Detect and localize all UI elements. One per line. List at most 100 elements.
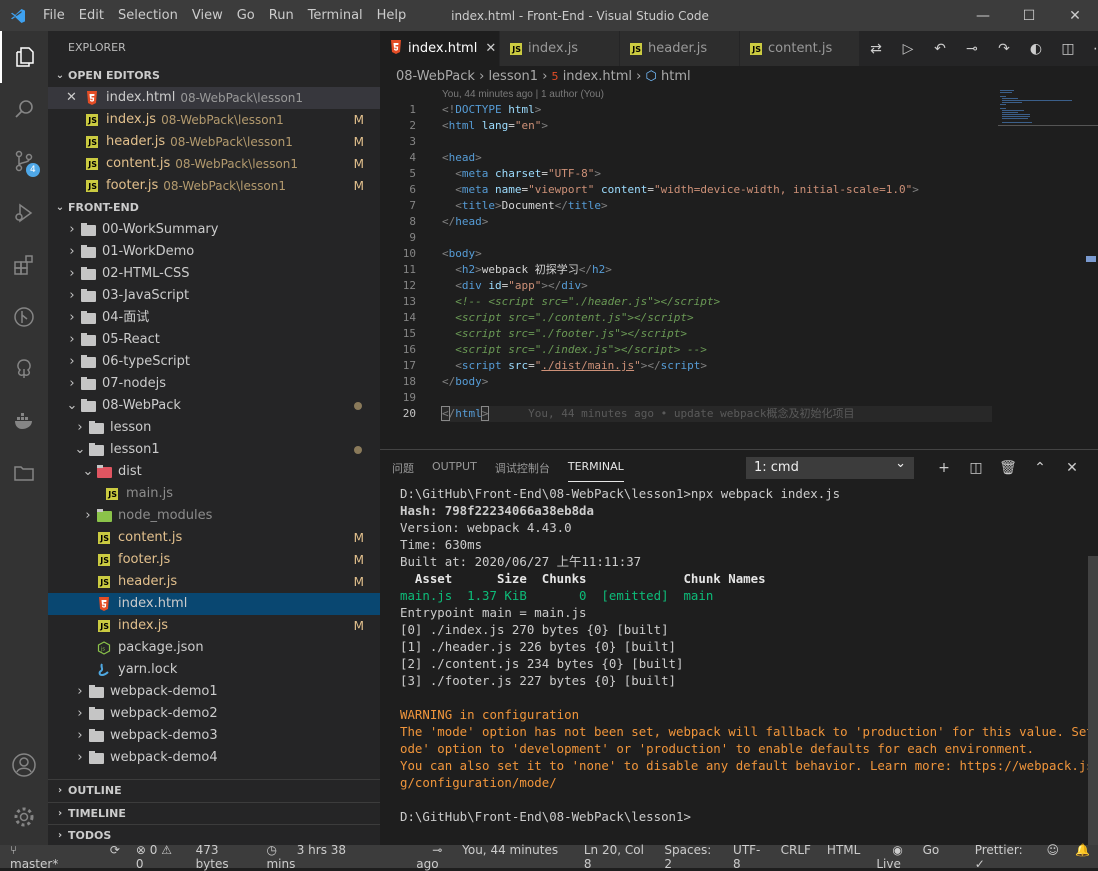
settings-gear-icon[interactable]: [0, 791, 48, 843]
tree-item[interactable]: › webpack-demo3: [48, 725, 380, 747]
tree-item[interactable]: JS footer.js M: [48, 549, 380, 571]
open-changes-icon[interactable]: ◐: [1020, 41, 1052, 57]
menu-item[interactable]: Terminal: [301, 8, 370, 23]
editor-tab[interactable]: index.html ✕: [380, 31, 500, 66]
editor-tab[interactable]: JS content.js: [740, 31, 860, 66]
open-editor-item[interactable]: ✕ index.html 08-WebPack\lesson1: [48, 87, 380, 109]
tree-item[interactable]: › lesson: [48, 417, 380, 439]
tree-icon[interactable]: [0, 343, 48, 395]
eol-status[interactable]: CRLF: [781, 843, 811, 871]
run-icon[interactable]: ▷: [892, 41, 924, 57]
maximize-panel-icon[interactable]: ⌃: [1024, 460, 1056, 476]
trash-icon[interactable]: 🗑: [992, 460, 1024, 476]
open-editor-item[interactable]: JS index.js 08-WebPack\lesson1 M: [48, 109, 380, 131]
panel-tab[interactable]: TERMINAL: [567, 454, 624, 482]
workspace-header[interactable]: ⌄ FRONT-END: [48, 197, 380, 219]
tree-item[interactable]: ⌄ 08-WebPack: [48, 395, 380, 417]
tree-item[interactable]: JS header.js M: [48, 571, 380, 593]
terminal-select[interactable]: 1: cmd: [746, 453, 914, 479]
tree-item[interactable]: › webpack-demo2: [48, 703, 380, 725]
tree-item[interactable]: js package.json: [48, 637, 380, 659]
tree-item[interactable]: › 06-typeScript: [48, 351, 380, 373]
tree-item[interactable]: › 03-JavaScript: [48, 285, 380, 307]
minimize-icon[interactable]: —: [960, 0, 1006, 31]
minimap[interactable]: [998, 88, 1098, 148]
open-editor-item[interactable]: JS content.js 08-WebPack\lesson1 M: [48, 153, 380, 175]
tree-item[interactable]: JS main.js: [48, 483, 380, 505]
prettier-status[interactable]: Prettier: ✓: [975, 843, 1031, 871]
breadcrumb-item[interactable]: 08-WebPack: [396, 69, 475, 84]
close-icon[interactable]: ✕: [1052, 0, 1098, 31]
breadcrumb-item[interactable]: html: [661, 69, 691, 84]
tree-item[interactable]: › 00-WorkSummary: [48, 219, 380, 241]
editor-tab[interactable]: JS index.js: [500, 31, 620, 66]
tree-item[interactable]: › 04-面试: [48, 307, 380, 329]
menu-item[interactable]: View: [185, 8, 230, 23]
menu-item[interactable]: Go: [230, 8, 262, 23]
docker-icon[interactable]: [0, 395, 48, 447]
cursor-position[interactable]: Ln 20, Col 8: [584, 843, 649, 871]
close-panel-icon[interactable]: ✕: [1056, 460, 1088, 476]
editor-tab[interactable]: JS header.js: [620, 31, 740, 66]
tree-item[interactable]: › 02-HTML-CSS: [48, 263, 380, 285]
timeline-header[interactable]: › TIMELINE: [48, 802, 380, 824]
folder-icon[interactable]: [0, 447, 48, 499]
menu-item[interactable]: Selection: [111, 8, 185, 23]
open-editors-header[interactable]: ⌄ OPEN EDITORS: [48, 65, 380, 87]
problems-status[interactable]: ⊗ 0 ⚠ 0: [136, 843, 180, 871]
panel-tab[interactable]: 调试控制台: [495, 454, 550, 482]
indentation-status[interactable]: Spaces: 2: [664, 843, 717, 871]
split-terminal-icon[interactable]: ◫: [960, 460, 992, 476]
account-icon[interactable]: [0, 739, 48, 791]
panel-tab[interactable]: 问题: [392, 454, 414, 482]
branch-status[interactable]: ⑂ master*: [10, 843, 94, 871]
git-commit-icon[interactable]: ⊸: [956, 41, 988, 57]
run-debug-icon[interactable]: [0, 187, 48, 239]
codelens-blame[interactable]: You, 44 minutes ago | 1 author (You): [442, 88, 604, 102]
outline-header[interactable]: › OUTLINE: [48, 780, 380, 802]
tree-item[interactable]: JS content.js M: [48, 527, 380, 549]
tree-item[interactable]: › 01-WorkDemo: [48, 241, 380, 263]
close-icon[interactable]: ✕: [66, 87, 84, 109]
tree-item[interactable]: ⌄ dist: [48, 461, 380, 483]
tree-item[interactable]: › node_modules: [48, 505, 380, 527]
git-graph-icon[interactable]: [0, 291, 48, 343]
tree-item[interactable]: › 05-React: [48, 329, 380, 351]
tree-item[interactable]: › 07-nodejs: [48, 373, 380, 395]
more-actions-icon[interactable]: ⋯: [1084, 41, 1098, 57]
go-back-icon[interactable]: ↶: [924, 41, 956, 57]
split-editor-icon[interactable]: ◫: [1052, 41, 1084, 57]
breadcrumb-item[interactable]: index.html: [563, 69, 632, 84]
tree-item[interactable]: ⌄ lesson1: [48, 439, 380, 461]
tree-item[interactable]: index.html: [48, 593, 380, 615]
go-live-button[interactable]: ◉ Go Live: [876, 843, 958, 871]
maximize-icon[interactable]: ☐: [1006, 0, 1052, 31]
compare-icon[interactable]: ⇄: [860, 41, 892, 57]
menu-item[interactable]: Run: [262, 8, 301, 23]
language-status[interactable]: HTML: [827, 843, 860, 871]
extensions-icon[interactable]: [0, 239, 48, 291]
go-forward-icon[interactable]: ↷: [988, 41, 1020, 57]
tree-item[interactable]: JS index.js M: [48, 615, 380, 637]
tree-item[interactable]: yarn.lock: [48, 659, 380, 681]
terminal-scrollbar[interactable]: [1088, 556, 1098, 846]
sync-icon[interactable]: ⟳: [110, 843, 120, 871]
encoding-status[interactable]: UTF-8: [733, 843, 765, 871]
tree-item[interactable]: › webpack-demo4: [48, 747, 380, 769]
source-control-icon[interactable]: 4: [0, 135, 48, 187]
search-icon[interactable]: [0, 83, 48, 135]
close-tab-icon[interactable]: ✕: [485, 41, 496, 56]
menu-item[interactable]: Help: [370, 8, 414, 23]
tree-item[interactable]: › webpack-demo1: [48, 681, 380, 703]
blame-status[interactable]: ⊸ You, 44 minutes ago: [416, 843, 568, 871]
add-terminal-icon[interactable]: +: [928, 460, 960, 476]
panel-tab[interactable]: OUTPUT: [432, 454, 477, 482]
open-editor-item[interactable]: JS header.js 08-WebPack\lesson1 M: [48, 131, 380, 153]
open-editor-item[interactable]: JS footer.js 08-WebPack\lesson1 M: [48, 175, 380, 197]
time-status[interactable]: ◷ 3 hrs 38 mins: [266, 843, 384, 871]
explorer-icon[interactable]: [0, 31, 48, 83]
terminal-output[interactable]: D:\GitHub\Front-End\08-WebPack\lesson1>n…: [380, 485, 1098, 825]
feedback-icon[interactable]: ☺: [1047, 843, 1060, 871]
menu-item[interactable]: File: [36, 8, 72, 23]
notifications-icon[interactable]: 🔔: [1075, 843, 1090, 871]
